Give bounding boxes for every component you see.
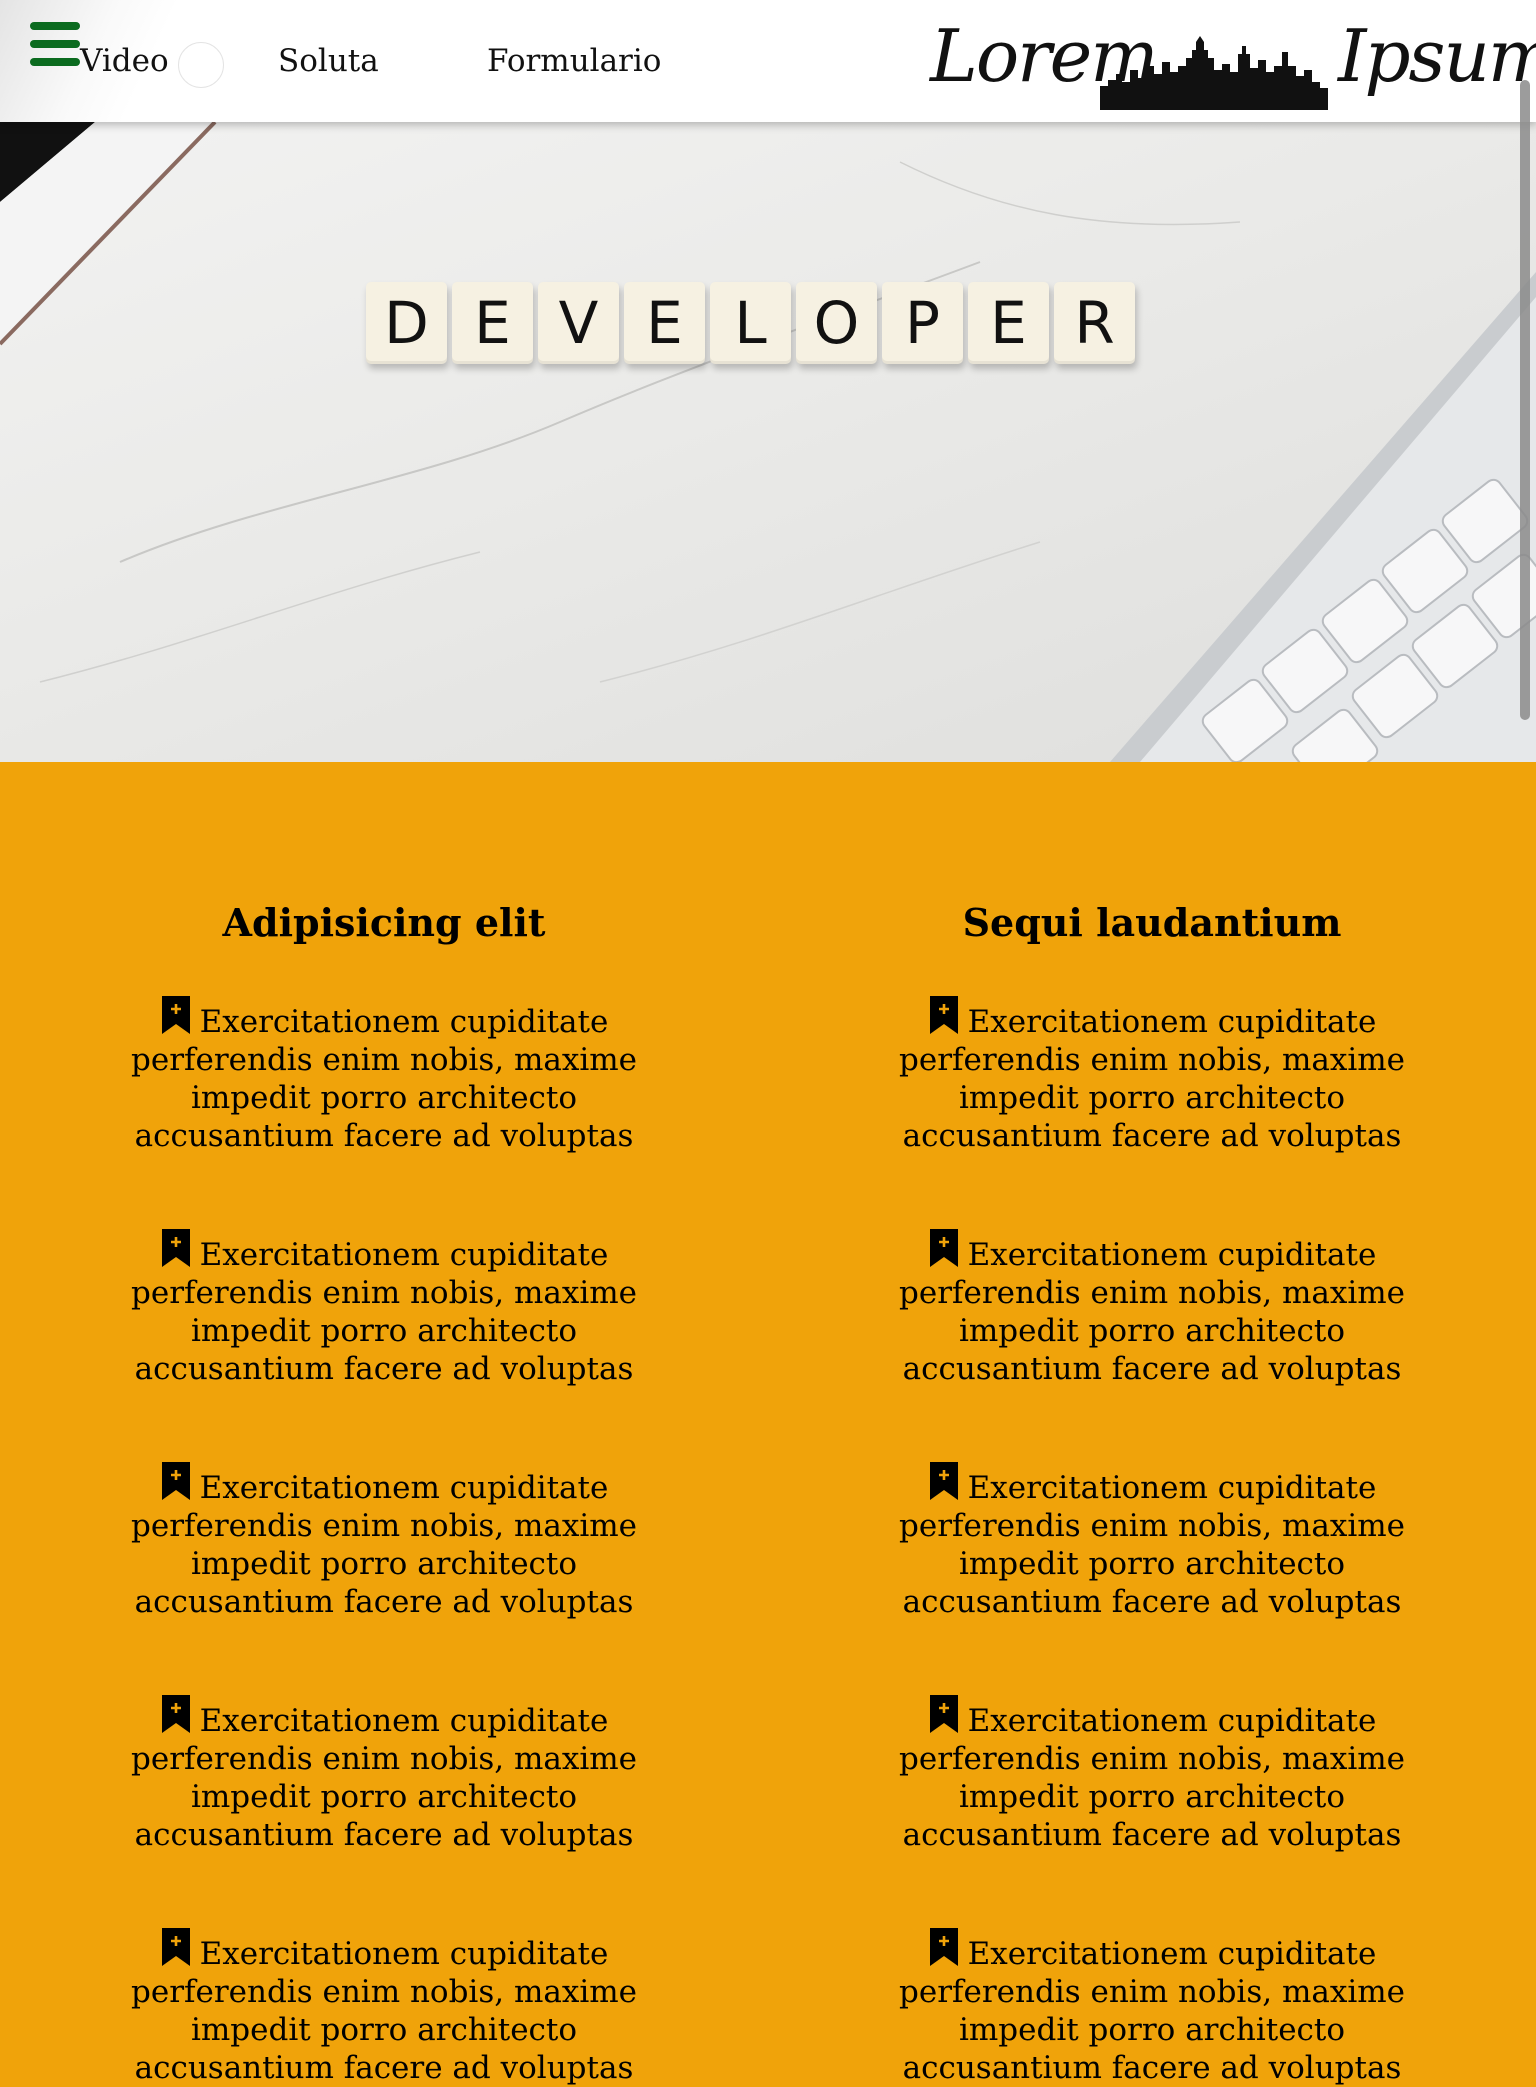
list-item-text: Exercitationem cupiditate perferendis en… — [131, 1703, 637, 1853]
hamburger-menu-icon[interactable] — [30, 22, 80, 66]
bookmark-plus-icon — [161, 1928, 190, 1966]
letter-tile: O — [796, 282, 877, 364]
feature-list: Exercitationem cupiditate perferendis en… — [842, 996, 1462, 2087]
nav-link-video[interactable]: Video — [80, 42, 169, 80]
list-item-text: Exercitationem cupiditate perferendis en… — [131, 1237, 637, 1387]
column-title: Adipisicing elit — [222, 900, 546, 945]
logo-word-right: Ipsum — [1338, 14, 1536, 98]
column-title: Sequi laudantium — [962, 900, 1342, 945]
letter-tile: E — [452, 282, 533, 364]
list-item-text: Exercitationem cupiditate perferendis en… — [131, 1470, 637, 1620]
bookmark-plus-icon — [929, 996, 958, 1034]
site-header: Video Soluta Formulario Lorem Ipsum — [0, 0, 1536, 122]
letter-tile: D — [366, 282, 447, 364]
list-item-text: Exercitationem cupiditate perferendis en… — [899, 1470, 1405, 1620]
list-item-text: Exercitationem cupiditate perferendis en… — [899, 1004, 1405, 1154]
bookmark-plus-icon — [929, 1695, 958, 1733]
letter-tile: R — [1054, 282, 1135, 364]
column-right: Sequi laudantium Exercitationem cupidita… — [842, 895, 1462, 2087]
list-item-text: Exercitationem cupiditate perferendis en… — [899, 1237, 1405, 1387]
list-item: Exercitationem cupiditate perferendis en… — [872, 1695, 1432, 1854]
list-item: Exercitationem cupiditate perferendis en… — [104, 996, 664, 1155]
nav-circle-decoration — [178, 42, 224, 88]
menu-bar — [30, 22, 80, 30]
list-item: Exercitationem cupiditate perferendis en… — [872, 996, 1432, 1155]
letter-tile: E — [968, 282, 1049, 364]
list-item: Exercitationem cupiditate perferendis en… — [104, 1462, 664, 1621]
nav-link-formulario[interactable]: Formulario — [487, 42, 661, 80]
city-skyline-icon — [1100, 36, 1328, 110]
letter-tile: E — [624, 282, 705, 364]
letter-tile: V — [538, 282, 619, 364]
letter-tile: P — [882, 282, 963, 364]
hero-image: D E V E L O P E R — [0, 122, 1536, 762]
site-logo[interactable]: Lorem Ipsum — [930, 10, 1536, 110]
list-item-text: Exercitationem cupiditate perferendis en… — [899, 1936, 1405, 2086]
list-item: Exercitationem cupiditate perferendis en… — [872, 1462, 1432, 1621]
bookmark-plus-icon — [161, 1229, 190, 1267]
list-item-text: Exercitationem cupiditate perferendis en… — [899, 1703, 1405, 1853]
list-item: Exercitationem cupiditate perferendis en… — [872, 1928, 1432, 2087]
menu-bar — [30, 58, 80, 66]
menu-bar — [30, 40, 80, 48]
page-scrollbar[interactable] — [1520, 80, 1530, 720]
list-item: Exercitationem cupiditate perferendis en… — [104, 1928, 664, 2087]
column-left: Adipisicing elit Exercitationem cupidita… — [74, 895, 694, 2087]
list-item: Exercitationem cupiditate perferendis en… — [104, 1229, 664, 1388]
feature-list: Exercitationem cupiditate perferendis en… — [74, 996, 694, 2087]
list-item-text: Exercitationem cupiditate perferendis en… — [131, 1936, 637, 2086]
marble-desk-background — [0, 122, 1536, 762]
letter-tile: L — [710, 282, 791, 364]
bookmark-plus-icon — [161, 1695, 190, 1733]
bookmark-plus-icon — [929, 1928, 958, 1966]
bookmark-plus-icon — [929, 1229, 958, 1267]
list-item: Exercitationem cupiditate perferendis en… — [104, 1695, 664, 1854]
bookmark-plus-icon — [161, 996, 190, 1034]
bookmark-plus-icon — [929, 1462, 958, 1500]
scrabble-tiles: D E V E L O P E R — [366, 282, 1135, 364]
nav-link-soluta[interactable]: Soluta — [278, 42, 379, 80]
bookmark-plus-icon — [161, 1462, 190, 1500]
list-item: Exercitationem cupiditate perferendis en… — [872, 1229, 1432, 1388]
list-item-text: Exercitationem cupiditate perferendis en… — [131, 1004, 637, 1154]
